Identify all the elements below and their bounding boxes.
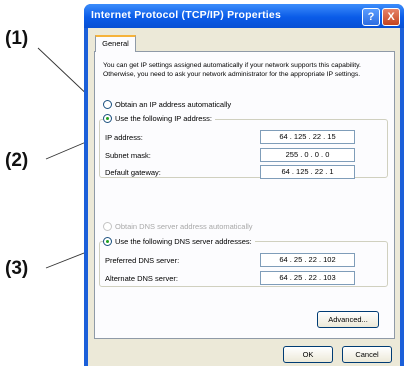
close-button[interactable]: X <box>382 8 400 26</box>
close-icon: X <box>387 11 395 23</box>
ok-button[interactable]: OK <box>283 346 333 363</box>
obtain-dns-auto-radio: Obtain DNS server address automatically <box>103 222 253 231</box>
subnet-mask-field[interactable]: 255 . 0 . 0 . 0 <box>260 148 355 162</box>
dialog-client-area: General You can get IP settings assigned… <box>88 28 400 366</box>
obtain-dns-auto-label: Obtain DNS server address automatically <box>115 222 253 231</box>
alternate-dns-label: Alternate DNS server: <box>105 274 178 283</box>
radio-selected-icon <box>103 237 112 246</box>
alternate-dns-field[interactable]: 64 . 25 . 22 . 103 <box>260 271 355 285</box>
help-button[interactable]: ? <box>362 8 380 26</box>
title-bar: Internet Protocol (TCP/IP) Properties ? … <box>84 4 404 28</box>
subnet-mask-label: Subnet mask: <box>105 151 151 160</box>
preferred-dns-field[interactable]: 64 . 25 . 22 . 102 <box>260 253 355 267</box>
description-text: You can get IP settings assigned automat… <box>103 62 361 78</box>
use-following-dns-radio[interactable]: Use the following DNS server addresses: <box>103 237 255 246</box>
tab-general[interactable]: General <box>95 35 136 52</box>
radio-icon <box>103 100 112 109</box>
advanced-button[interactable]: Advanced... <box>317 311 379 328</box>
use-following-ip-label: Use the following IP address: <box>115 114 212 123</box>
use-following-ip-radio[interactable]: Use the following IP address: <box>103 114 215 123</box>
tcpip-properties-dialog: Internet Protocol (TCP/IP) Properties ? … <box>84 4 404 366</box>
radio-disabled-icon <box>103 222 112 231</box>
use-following-dns-label: Use the following DNS server addresses: <box>115 237 252 246</box>
radio-selected-icon <box>103 114 112 123</box>
preferred-dns-label: Preferred DNS server: <box>105 256 180 265</box>
help-icon: ? <box>367 11 375 23</box>
default-gateway-field[interactable]: 64 . 125 . 22 . 1 <box>260 165 355 179</box>
obtain-ip-auto-radio[interactable]: Obtain an IP address automatically <box>103 100 231 109</box>
general-tab-panel: You can get IP settings assigned automat… <box>94 51 395 339</box>
ip-address-field[interactable]: 64 . 125 . 22 . 15 <box>260 130 355 144</box>
obtain-ip-auto-label: Obtain an IP address automatically <box>115 100 232 109</box>
window-title: Internet Protocol (TCP/IP) Properties <box>91 9 282 21</box>
ip-address-label: IP address: <box>105 133 143 142</box>
default-gateway-label: Default gateway: <box>105 168 161 177</box>
cancel-button[interactable]: Cancel <box>342 346 392 363</box>
